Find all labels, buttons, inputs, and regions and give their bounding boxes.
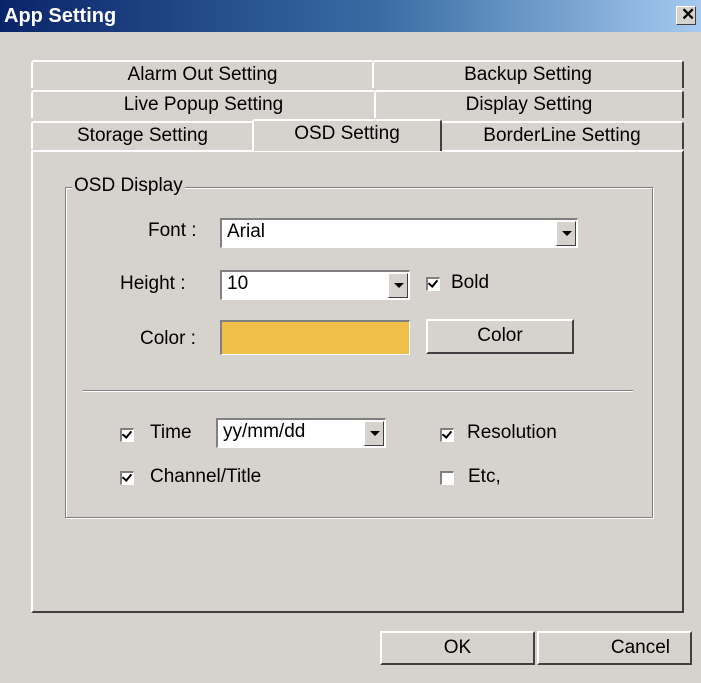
- channel-title-checkbox[interactable]: [120, 471, 134, 485]
- tab-storage-setting[interactable]: Storage Setting: [31, 121, 254, 149]
- time-format-select[interactable]: yy/mm/dd: [216, 418, 386, 448]
- resolution-label: Resolution: [467, 422, 557, 443]
- color-label: Color :: [140, 328, 196, 349]
- close-icon: ✕: [681, 5, 696, 24]
- font-label: Font :: [148, 220, 197, 241]
- separator: [83, 390, 633, 392]
- tab-display-setting[interactable]: Display Setting: [374, 90, 684, 118]
- chevron-down-icon[interactable]: [556, 221, 576, 246]
- title-bar: App Setting ✕: [0, 0, 701, 32]
- osd-display-group-label: OSD Display: [72, 175, 185, 197]
- tab-backup-setting[interactable]: Backup Setting: [372, 60, 684, 88]
- bold-label: Bold: [451, 272, 490, 293]
- tab-borderline-setting[interactable]: BorderLine Setting: [440, 121, 684, 149]
- etc-label: Etc,: [468, 466, 501, 487]
- chevron-down-icon[interactable]: [388, 273, 408, 298]
- resolution-checkbox[interactable]: [440, 428, 454, 442]
- color-swatch: [220, 320, 410, 355]
- font-select[interactable]: Arial: [220, 218, 578, 248]
- height-select-value: 10: [227, 273, 249, 294]
- time-format-value: yy/mm/dd: [223, 421, 306, 442]
- color-button[interactable]: Color: [426, 319, 574, 354]
- font-select-value: Arial: [227, 221, 266, 242]
- ok-button[interactable]: OK: [380, 631, 535, 665]
- etc-checkbox[interactable]: [440, 471, 454, 485]
- tab-live-popup-setting[interactable]: Live Popup Setting: [31, 90, 376, 118]
- close-button[interactable]: ✕: [676, 5, 696, 25]
- height-select[interactable]: 10: [220, 270, 410, 300]
- tab-alarm-out-setting[interactable]: Alarm Out Setting: [31, 60, 374, 88]
- window-title: App Setting: [4, 5, 117, 27]
- chevron-down-icon[interactable]: [364, 421, 384, 446]
- channel-title-label: Channel/Title: [150, 466, 262, 487]
- tab-osd-setting[interactable]: OSD Setting: [252, 119, 442, 151]
- bold-checkbox[interactable]: [426, 277, 440, 291]
- height-label: Height :: [120, 273, 186, 294]
- time-checkbox[interactable]: [120, 428, 134, 442]
- time-label: Time: [150, 422, 192, 443]
- cancel-button[interactable]: Cancel: [537, 631, 692, 665]
